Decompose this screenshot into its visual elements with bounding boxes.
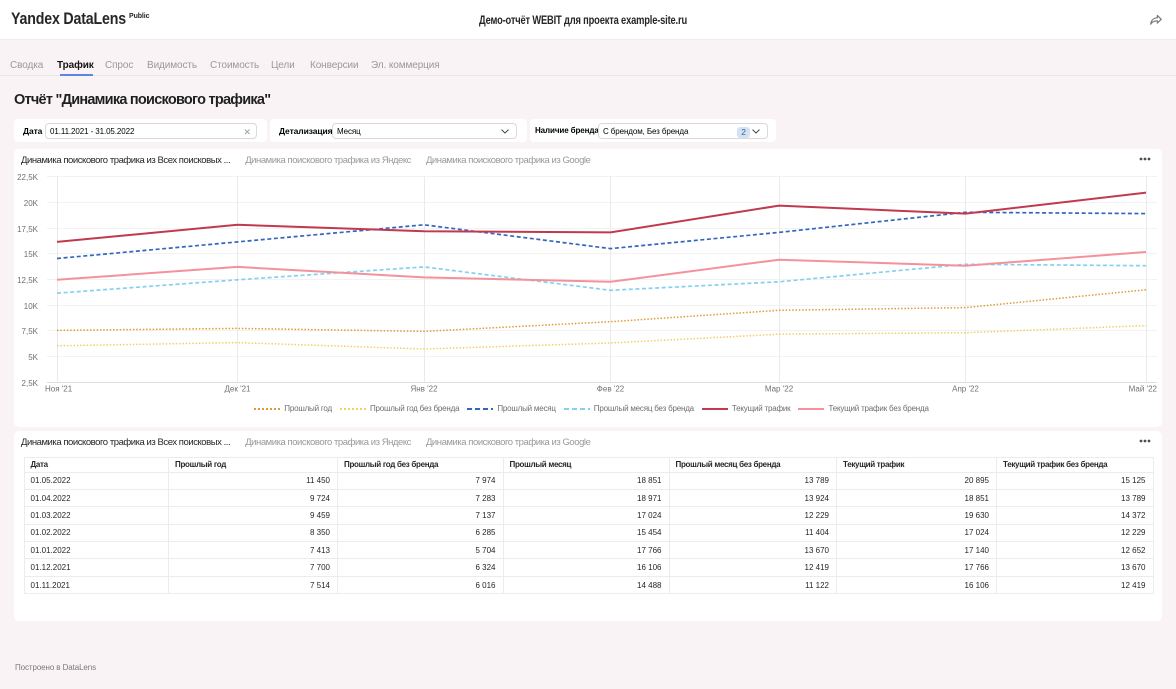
svg-text:22,5K: 22,5K bbox=[17, 173, 39, 182]
svg-text:10K: 10K bbox=[24, 302, 39, 311]
svg-text:7,5K: 7,5K bbox=[22, 327, 39, 336]
svg-text:Ноя '21: Ноя '21 bbox=[45, 385, 73, 394]
svg-text:2,5K: 2,5K bbox=[22, 379, 39, 388]
svg-text:17,5K: 17,5K bbox=[17, 225, 39, 234]
svg-text:Янв '22: Янв '22 bbox=[410, 385, 438, 394]
svg-text:Фев '22: Фев '22 bbox=[597, 385, 625, 394]
svg-text:Дек '21: Дек '21 bbox=[224, 385, 251, 394]
svg-text:12,5K: 12,5K bbox=[17, 276, 39, 285]
svg-text:20K: 20K bbox=[24, 199, 39, 208]
svg-text:Апр '22: Апр '22 bbox=[952, 385, 979, 394]
svg-text:Мар '22: Мар '22 bbox=[765, 385, 794, 394]
svg-text:Май '22: Май '22 bbox=[1129, 385, 1158, 394]
svg-text:15K: 15K bbox=[24, 250, 39, 259]
svg-text:5K: 5K bbox=[28, 353, 38, 362]
